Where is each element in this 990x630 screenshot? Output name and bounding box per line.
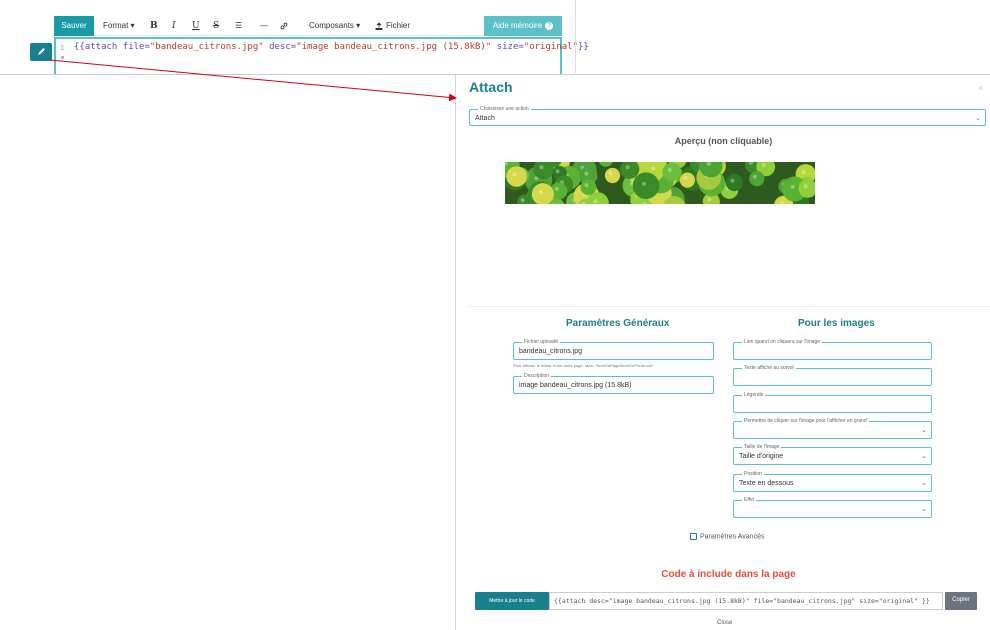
preview-title: Aperçu (non cliquable) bbox=[674, 136, 773, 146]
code-editor[interactable]: 1 {{attach file="bandeau_citrons.jpg" de… bbox=[54, 37, 589, 75]
position-value: Texte en dessous bbox=[739, 480, 794, 487]
code-brace-open: {{ bbox=[74, 42, 85, 52]
edit-action-button[interactable] bbox=[30, 43, 52, 61]
attach-modal: Attach × Choisissez une action Attach ⌄ … bbox=[455, 75, 990, 630]
strikethrough-button[interactable]: S bbox=[213, 16, 219, 36]
effect-select[interactable]: Effet ⌄ bbox=[733, 497, 932, 518]
image-link-legend: Lien quand on cliquera sur l'image bbox=[742, 339, 823, 346]
link-button[interactable] bbox=[280, 16, 288, 36]
image-size-value: Taille d'origine bbox=[739, 453, 784, 460]
position-legend: Position bbox=[742, 471, 764, 478]
line-number: 1 bbox=[60, 44, 65, 52]
code-line[interactable]: {{attach file="bandeau_citrons.jpg" desc… bbox=[74, 42, 589, 52]
components-dropdown[interactable]: Composants ▾ bbox=[309, 16, 360, 36]
lemons-banner bbox=[505, 162, 815, 204]
chevron-down-icon: ⌄ bbox=[921, 427, 927, 434]
chevron-down-icon: ⌄ bbox=[921, 480, 927, 487]
section-divider bbox=[469, 306, 990, 307]
code-output[interactable]: {{attach desc="image bandeau_citrons.jpg… bbox=[549, 592, 943, 610]
bold-button[interactable]: B bbox=[150, 16, 158, 36]
code-attr-size: size= bbox=[496, 42, 524, 52]
link-icon bbox=[280, 22, 288, 30]
enlarge-select[interactable]: Permettre de cliquer sur l'image pour l'… bbox=[733, 418, 932, 439]
general-params-title: Paramètres Généraux bbox=[566, 318, 670, 329]
enlarge-legend: Permettre de cliquer sur l'image pour l'… bbox=[742, 418, 869, 425]
effect-legend: Effet bbox=[742, 497, 757, 504]
screen: Sauver Format ▾ B I U S ☰ — Composants ▾… bbox=[0, 0, 990, 630]
hover-text-field[interactable]: Texte affiché au survol bbox=[733, 365, 932, 386]
uploaded-file-legend: Fichier uploadé bbox=[522, 339, 561, 346]
file-hint: Pour afficher le fichier d'une autre pag… bbox=[513, 363, 654, 368]
image-link-field[interactable]: Lien quand on cliquera sur l'image bbox=[733, 339, 932, 360]
description-value: image bandeau_citrons.jpg (15.8kB) bbox=[519, 382, 632, 389]
upload-icon bbox=[375, 22, 383, 30]
code-value-file: "bandeau_citrons.jpg" bbox=[149, 42, 264, 52]
description-field[interactable]: Description image bandeau_citrons.jpg (1… bbox=[513, 373, 714, 394]
horizontal-rule-button[interactable]: — bbox=[260, 16, 268, 36]
chevron-down-icon: ⌄ bbox=[975, 115, 981, 122]
action-select[interactable]: Choisissez une action Attach ⌄ bbox=[469, 106, 986, 126]
uploaded-file-value: bandeau_citrons.jpg bbox=[519, 348, 583, 355]
help-button-label: Aide mémoire bbox=[492, 21, 543, 30]
code-keyword: attach bbox=[84, 42, 118, 52]
caption-legend: Légende bbox=[742, 392, 766, 399]
question-icon: ? bbox=[545, 21, 554, 30]
code-attr-desc: desc= bbox=[269, 42, 297, 52]
action-select-value: Attach bbox=[475, 115, 495, 122]
advanced-params-toggle[interactable]: Paramètres Avancés bbox=[690, 533, 764, 540]
italic-button[interactable]: I bbox=[172, 16, 176, 36]
description-legend: Description bbox=[522, 373, 552, 380]
close-button[interactable]: Close bbox=[717, 620, 732, 626]
images-params-title: Pour les images bbox=[798, 318, 875, 329]
code-section-title: Code à include dans la page bbox=[661, 569, 796, 580]
action-select-legend: Choisissez une action bbox=[478, 106, 531, 113]
image-size-legend: Taille de l'image bbox=[742, 444, 782, 451]
advanced-params-checkbox[interactable] bbox=[690, 533, 697, 540]
advanced-params-label: Paramètres Avancés bbox=[700, 533, 765, 541]
gutter-marker bbox=[61, 56, 64, 59]
code-value-size: "original" bbox=[523, 42, 578, 52]
hover-text-legend: Texte affiché au survol bbox=[742, 365, 796, 372]
chevron-down-icon: ⌄ bbox=[921, 506, 927, 513]
format-dropdown[interactable]: Format ▾ bbox=[103, 16, 135, 36]
editor-toolbar: Sauver Format ▾ B I U S ☰ — Composants ▾… bbox=[54, 16, 562, 36]
save-button[interactable]: Sauver bbox=[54, 16, 94, 36]
list-button[interactable]: ☰ bbox=[235, 16, 242, 36]
editor-divider bbox=[575, 0, 576, 73]
copy-button[interactable]: Copier bbox=[945, 592, 977, 610]
close-icon[interactable]: × bbox=[978, 83, 983, 93]
uploaded-file-field[interactable]: Fichier uploadé bandeau_citrons.jpg bbox=[513, 339, 714, 360]
pencil-icon bbox=[38, 48, 45, 55]
code-value-desc: "image bandeau_citrons.jpg (15.8kB)" bbox=[296, 42, 492, 52]
preview-image bbox=[505, 162, 815, 204]
chevron-down-icon: ⌄ bbox=[921, 453, 927, 460]
underline-button[interactable]: U bbox=[192, 16, 200, 36]
code-brace-close: }} bbox=[577, 42, 589, 52]
file-button[interactable]: Fichier bbox=[375, 16, 410, 36]
file-button-label: Fichier bbox=[386, 21, 411, 30]
position-select[interactable]: Position Texte en dessous ⌄ bbox=[733, 471, 932, 492]
editor-area: Sauver Format ▾ B I U S ☰ — Composants ▾… bbox=[0, 0, 990, 75]
caption-field[interactable]: Légende bbox=[733, 392, 932, 413]
code-attr-file: file= bbox=[122, 42, 150, 52]
list-icon: ☰ bbox=[235, 21, 243, 30]
update-code-button[interactable]: Mettre à jour le code bbox=[475, 592, 549, 610]
modal-title: Attach bbox=[469, 79, 513, 95]
help-button[interactable]: Aide mémoire? bbox=[484, 16, 562, 36]
image-size-select[interactable]: Taille de l'image Taille d'origine ⌄ bbox=[733, 444, 932, 465]
